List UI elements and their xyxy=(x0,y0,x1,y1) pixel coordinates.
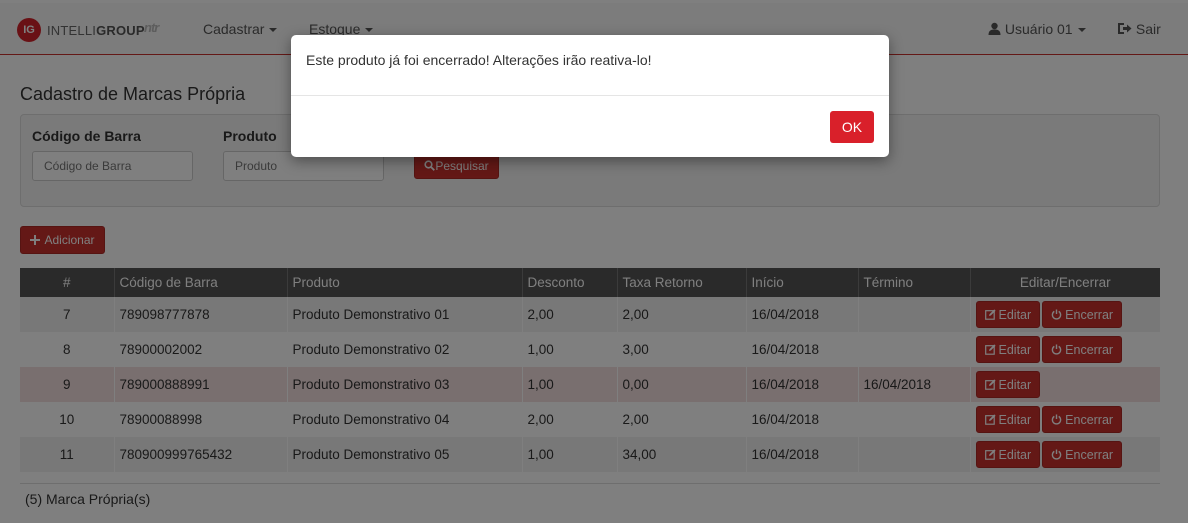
dialog-divider xyxy=(291,95,889,96)
alert-dialog: Este produto já foi encerrado! Alteraçõe… xyxy=(291,35,889,157)
alert-message: Este produto já foi encerrado! Alteraçõe… xyxy=(306,52,652,68)
ok-button[interactable]: OK xyxy=(830,111,874,143)
